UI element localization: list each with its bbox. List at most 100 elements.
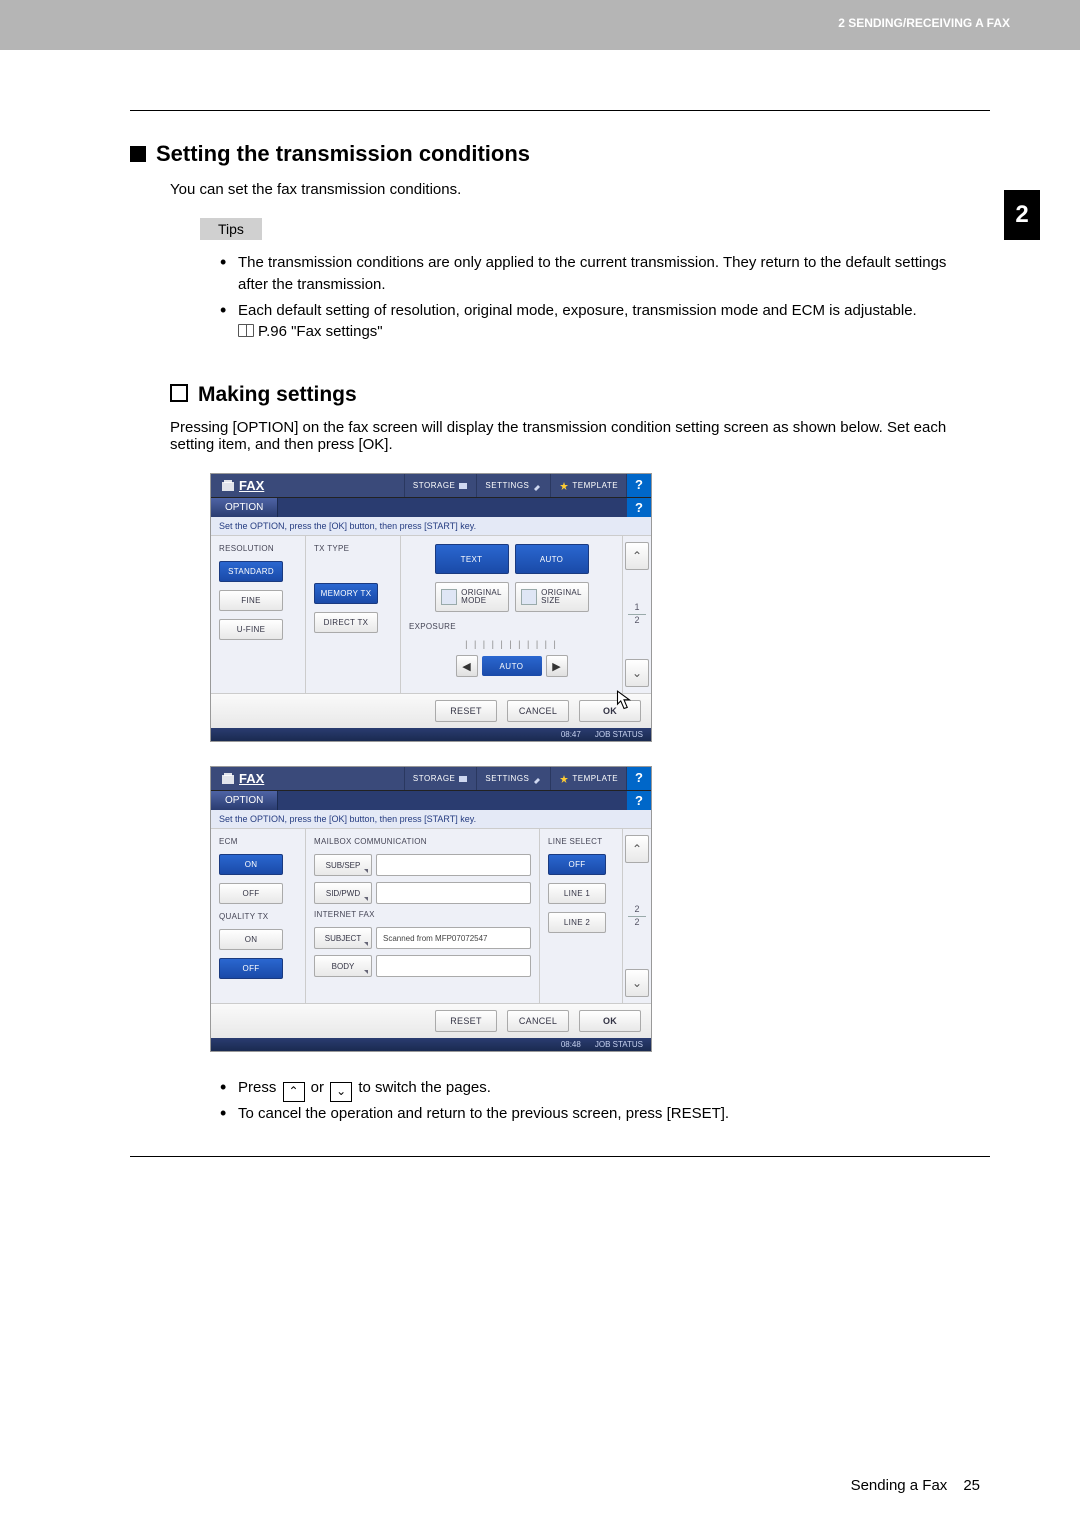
cancel-button[interactable]: CANCEL [507,700,569,722]
fax-label: FAX [239,478,264,493]
sub-sep-button[interactable]: SUB/SEP [314,854,372,876]
quality-off-button[interactable]: OFF [219,958,283,979]
quality-on-button[interactable]: ON [219,929,283,950]
section-heading: Setting the transmission conditions [130,141,990,167]
subject-button[interactable]: SUBJECT [314,927,372,949]
page-down-button[interactable]: ⌄ [625,659,649,687]
page-up-button[interactable]: ⌃ [625,835,649,863]
mailbox-label: MAILBOX COMMUNICATION [314,837,531,846]
option-tab[interactable]: OPTION [211,498,278,517]
template-tab[interactable]: TEMPLATE [550,767,626,790]
fax-panel-page1: FAX STORAGE SETTINGS TEMPLATE ? OPTION ?… [210,473,652,742]
fax-icon [221,772,235,786]
page-footer: Sending a Fax 25 [130,1477,990,1494]
mailbox-column: MAILBOX COMMUNICATION SUB/SEP SID/PWD IN… [306,829,540,1003]
note-cancel: To cancel the operation and return to th… [220,1102,950,1126]
center-column: TEXT AUTO ORIGINAL MODE ORIGINAL SIZE EX… [401,536,623,693]
xref: P.96 "Fax settings" [258,323,383,340]
square-bullet-icon [130,146,146,162]
header-strip: 2 SENDING/RECEIVING A FAX [0,0,1080,50]
subject-input[interactable]: Scanned from MFP07072547 [376,927,531,949]
option-tab[interactable]: OPTION [211,791,278,810]
footer-page: 25 [963,1477,980,1494]
fax-label: FAX [239,771,264,786]
star-icon [559,774,569,784]
line-select-label: LINE SELECT [548,837,614,846]
original-size-icon [521,589,537,605]
ok-button[interactable]: OK [579,1010,641,1032]
help-button[interactable]: ? [626,474,651,497]
line-off-button[interactable]: OFF [548,854,606,875]
help-button-2[interactable]: ? [627,498,651,517]
cancel-button[interactable]: CANCEL [507,1010,569,1032]
auto-size-button[interactable]: AUTO [515,544,589,574]
jobstatus-label[interactable]: JOB STATUS [595,730,643,739]
text-button[interactable]: TEXT [435,544,509,574]
settings-tab[interactable]: SETTINGS [476,767,550,790]
help-button[interactable]: ? [626,767,651,790]
page-down-button[interactable]: ⌄ [625,969,649,997]
sub-sep-input[interactable] [376,854,531,876]
exposure-label: EXPOSURE [409,622,614,631]
footer-section: Sending a Fax [851,1477,948,1494]
sid-pwd-button[interactable]: SID/PWD [314,882,372,904]
panel-topbar: FAX STORAGE SETTINGS TEMPLATE ? [211,474,651,498]
panel-body: RESOLUTION STANDARD FINE U-FINE TX TYPE … [211,536,651,693]
jobstatus-label[interactable]: JOB STATUS [595,1040,643,1049]
subsection-heading: Making settings [170,383,990,407]
fine-button[interactable]: FINE [219,590,283,611]
reset-button[interactable]: RESET [435,700,497,722]
subsection-intro: Pressing [OPTION] on the fax screen will… [170,419,990,453]
exposure-right-button[interactable]: ▶ [546,655,568,677]
star-icon [559,481,569,491]
tip-item: Each default setting of resolution, orig… [220,300,950,344]
line2-button[interactable]: LINE 2 [548,912,606,933]
storage-icon [458,481,468,491]
reset-button[interactable]: RESET [435,1010,497,1032]
outline-square-icon [170,384,188,402]
panel-subtabs: OPTION ? [211,498,651,517]
panel-body: ECM ON OFF QUALITY TX ON OFF MAILBOX COM… [211,829,651,1003]
resolution-label: RESOLUTION [219,544,297,553]
panel-hint: Set the OPTION, press the [OK] button, t… [211,517,651,536]
help-button-2[interactable]: ? [627,791,651,810]
storage-tab[interactable]: STORAGE [404,474,476,497]
panel-statusbar: 08:48 JOB STATUS [211,1038,651,1051]
memory-tx-button[interactable]: MEMORY TX [314,583,378,604]
tip-text: Each default setting of resolution, orig… [238,302,917,319]
body-input[interactable] [376,955,531,977]
template-tab[interactable]: TEMPLATE [550,474,626,497]
panel-hint: Set the OPTION, press the [OK] button, t… [211,810,651,829]
tips-label: Tips [200,218,262,240]
fax-logo: FAX [211,767,404,790]
body-button[interactable]: BODY [314,955,372,977]
book-icon [238,324,254,337]
ifax-label: INTERNET FAX [314,910,531,919]
settings-tab[interactable]: SETTINGS [476,474,550,497]
txtype-label: TX TYPE [314,544,392,553]
storage-tab[interactable]: STORAGE [404,767,476,790]
standard-button[interactable]: STANDARD [219,561,283,582]
fax-icon [221,479,235,493]
quality-label: QUALITY TX [219,912,297,921]
page-indicator: 22 [628,905,646,928]
ufine-button[interactable]: U-FINE [219,619,283,640]
note-switch-pages: Press ⌃ or ⌄ to switch the pages. [220,1076,950,1102]
line-select-column: LINE SELECT OFF LINE 1 LINE 2 [540,829,623,1003]
clock: 08:48 [561,1040,581,1049]
original-mode-button[interactable]: ORIGINAL MODE [435,582,509,612]
panel-topbar: FAX STORAGE SETTINGS TEMPLATE ? [211,767,651,791]
clock: 08:47 [561,730,581,739]
ecm-on-button[interactable]: ON [219,854,283,875]
exposure-auto-button[interactable]: AUTO [482,656,542,676]
storage-icon [458,774,468,784]
page-up-button[interactable]: ⌃ [625,542,649,570]
post-panel-notes: Press ⌃ or ⌄ to switch the pages. To can… [220,1076,950,1126]
sid-pwd-input[interactable] [376,882,531,904]
ecm-off-button[interactable]: OFF [219,883,283,904]
original-size-button[interactable]: ORIGINAL SIZE [515,582,589,612]
exposure-left-button[interactable]: ◀ [456,655,478,677]
direct-tx-button[interactable]: DIRECT TX [314,612,378,633]
line1-button[interactable]: LINE 1 [548,883,606,904]
original-mode-icon [441,589,457,605]
